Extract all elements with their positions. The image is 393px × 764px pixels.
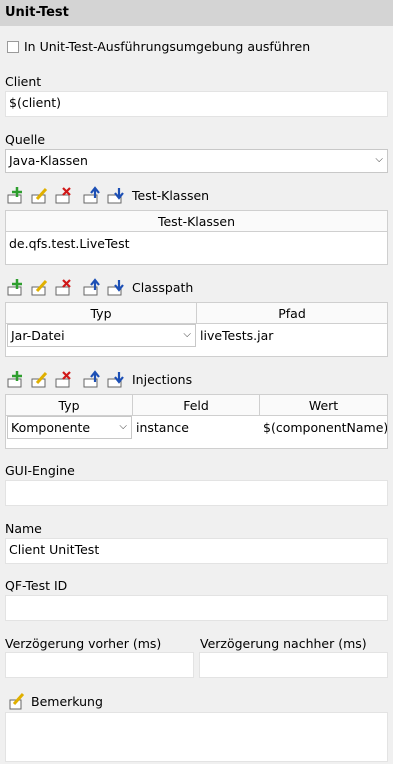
source-select-value: Java-Klassen [9, 153, 88, 168]
client-label: Client [5, 74, 42, 89]
name-label: Name [5, 521, 42, 536]
add-icon[interactable] [7, 278, 25, 296]
delay-before-label: Verzögerung vorher (ms) [5, 636, 162, 651]
chevron-down-icon: ⌵ [119, 421, 127, 432]
qftest-id-label: QF-Test ID [5, 578, 68, 593]
column-header-type[interactable]: Typ [6, 303, 197, 324]
gui-engine-input[interactable] [5, 480, 388, 506]
classpath-table: Typ Pfad Jar-Datei ⌵ liveTests.jar [5, 302, 388, 357]
edit-icon[interactable] [31, 186, 49, 204]
qftest-id-input[interactable] [5, 595, 388, 621]
classpath-type-value: Jar-Datei [11, 328, 65, 343]
comment-edit-icon[interactable] [9, 692, 27, 710]
classpath-type-select[interactable]: Jar-Datei ⌵ [7, 324, 196, 347]
classpath-path-cell[interactable]: liveTests.jar [197, 324, 387, 348]
move-up-icon[interactable] [83, 186, 101, 204]
column-header-type[interactable]: Typ [6, 395, 133, 416]
source-label: Quelle [5, 132, 46, 147]
add-icon[interactable] [7, 186, 25, 204]
move-up-icon[interactable] [83, 278, 101, 296]
unit-test-env-checkbox[interactable] [7, 41, 19, 53]
test-classes-title: Test-Klassen [132, 188, 210, 203]
column-header-field[interactable]: Feld [133, 395, 260, 416]
injection-field-cell[interactable]: instance [133, 416, 260, 440]
source-select[interactable]: Java-Klassen ⌵ [5, 149, 388, 173]
add-icon[interactable] [7, 370, 25, 388]
injection-value-cell[interactable]: $(componentName) [260, 416, 387, 440]
chevron-down-icon: ⌵ [375, 154, 383, 165]
column-header-test-classes[interactable]: Test-Klassen [6, 211, 387, 232]
delete-icon[interactable] [55, 370, 73, 388]
move-down-icon[interactable] [107, 370, 125, 388]
client-input[interactable]: $(client) [5, 91, 388, 117]
move-down-icon[interactable] [107, 186, 125, 204]
edit-icon[interactable] [31, 278, 49, 296]
panel-title: Unit-Test [0, 0, 393, 26]
injections-table: Typ Feld Wert Komponente ⌵ instance $(co… [5, 394, 388, 449]
delete-icon[interactable] [55, 278, 73, 296]
move-down-icon[interactable] [107, 278, 125, 296]
move-up-icon[interactable] [83, 370, 101, 388]
delay-before-input[interactable] [5, 652, 194, 678]
comment-textarea[interactable] [5, 712, 388, 762]
column-header-value[interactable]: Wert [260, 395, 387, 416]
classpath-title: Classpath [132, 280, 194, 295]
comment-label: Bemerkung [31, 694, 103, 709]
injection-type-select[interactable]: Komponente ⌵ [7, 416, 132, 439]
edit-icon[interactable] [31, 370, 49, 388]
test-classes-table: Test-Klassen de.qfs.test.LiveTest [5, 210, 388, 265]
injection-type-value: Komponente [11, 420, 91, 435]
gui-engine-label: GUI-Engine [5, 463, 75, 478]
chevron-down-icon: ⌵ [183, 329, 191, 340]
table-row[interactable]: de.qfs.test.LiveTest [6, 232, 387, 256]
delay-after-label: Verzögerung nachher (ms) [200, 636, 367, 651]
column-header-path[interactable]: Pfad [197, 303, 387, 324]
delay-after-input[interactable] [199, 652, 388, 678]
unit-test-env-label: In Unit-Test-Ausführungsumgebung ausführ… [24, 39, 311, 54]
delete-icon[interactable] [55, 186, 73, 204]
injections-title: Injections [132, 372, 193, 387]
name-input[interactable]: Client UnitTest [5, 538, 388, 564]
